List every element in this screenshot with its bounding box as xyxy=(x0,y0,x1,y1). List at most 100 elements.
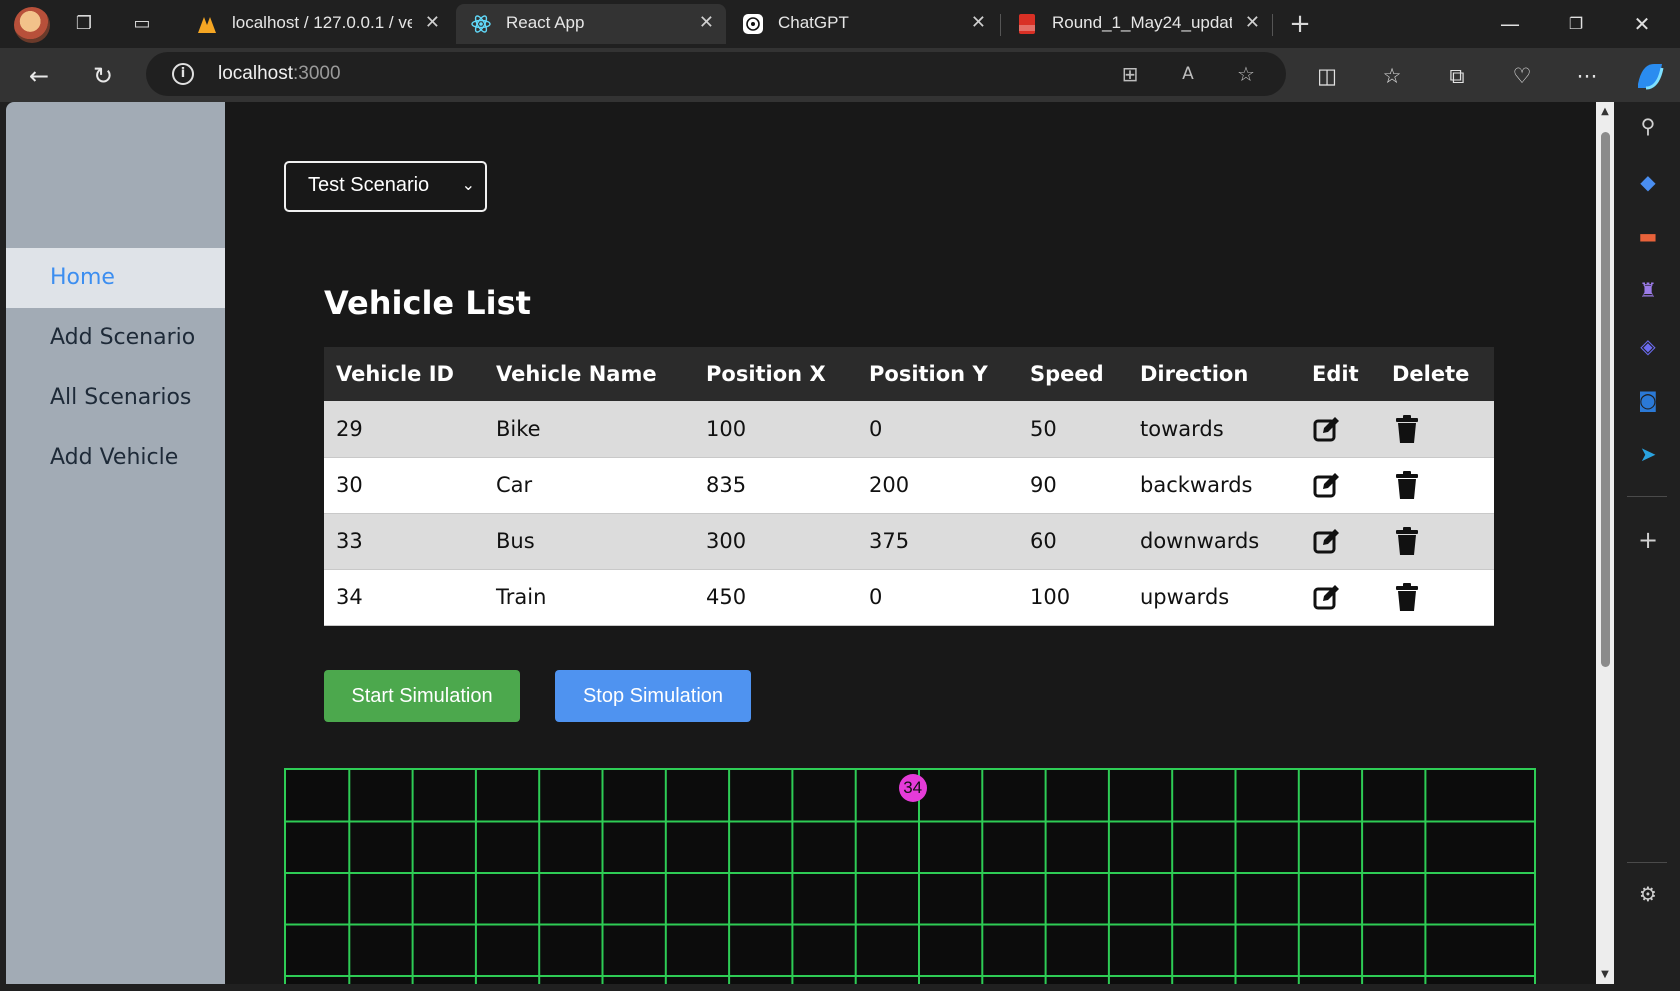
add-sidebar-item-icon[interactable]: + xyxy=(1634,526,1662,554)
table-row: 33 Bus 300 375 60 downwards xyxy=(324,513,1494,570)
column-header: Position Y xyxy=(857,347,1018,401)
more-menu-icon[interactable]: ⋯ xyxy=(1572,61,1602,91)
cell-speed: 50 xyxy=(1018,401,1128,458)
simulation-grid-lines xyxy=(286,770,1534,984)
tab-close-icon[interactable]: ✕ xyxy=(1245,12,1260,33)
reload-icon[interactable]: ↻ xyxy=(86,59,120,93)
column-header: Vehicle ID xyxy=(324,347,484,401)
page-scrollbar[interactable]: ▲ ▼ xyxy=(1596,102,1614,984)
tab-close-icon[interactable]: ✕ xyxy=(425,12,440,33)
edit-icon[interactable] xyxy=(1312,414,1342,444)
pdf-icon xyxy=(1019,14,1035,34)
sidebar-separator xyxy=(1627,862,1667,863)
favorites-icon[interactable]: ☆ xyxy=(1377,61,1407,91)
trash-icon[interactable] xyxy=(1392,470,1422,500)
start-simulation-button[interactable]: Start Simulation xyxy=(324,670,520,722)
scenario-select-value: Test Scenario xyxy=(308,174,430,196)
tab-label: React App xyxy=(506,13,585,32)
cell-name: Bus xyxy=(484,513,694,570)
trash-icon[interactable] xyxy=(1392,526,1422,556)
sidebar-item-all-scenarios[interactable]: All Scenarios xyxy=(6,368,225,428)
tools-briefcase-icon[interactable]: ▬ xyxy=(1634,222,1662,250)
edit-icon[interactable] xyxy=(1312,470,1342,500)
trash-icon[interactable] xyxy=(1392,414,1422,444)
cell-edit xyxy=(1300,569,1380,626)
cell-id: 29 xyxy=(324,401,484,458)
scenario-select[interactable]: Test Scenario ⌄ xyxy=(284,161,487,212)
edit-icon[interactable] xyxy=(1312,582,1342,612)
copilot-sidebar-icon[interactable]: ◈ xyxy=(1634,332,1662,360)
cell-x: 450 xyxy=(694,569,857,626)
tab-actions-icon[interactable]: ▭ xyxy=(128,10,156,38)
cell-delete xyxy=(1380,513,1494,570)
window-close-icon[interactable]: ✕ xyxy=(1622,8,1662,40)
site-info-icon[interactable]: i xyxy=(172,63,194,85)
page-viewport: Home Add Scenario All Scenarios Add Vehi… xyxy=(6,102,1614,984)
profile-avatar[interactable] xyxy=(14,7,50,43)
cell-id: 30 xyxy=(324,457,484,514)
read-aloud-icon[interactable]: A xyxy=(1176,62,1200,86)
search-icon[interactable]: ⚲ xyxy=(1634,112,1662,140)
new-tab-icon[interactable]: + xyxy=(1286,10,1314,38)
browser-essentials-icon[interactable]: ♡ xyxy=(1507,61,1537,91)
outlook-icon[interactable]: ◙ xyxy=(1634,386,1662,414)
tab-phpmyadmin[interactable]: localhost / 127.0.0.1 / veh ✕ xyxy=(182,4,452,44)
gear-icon[interactable]: ⚙ xyxy=(1634,880,1662,908)
workspaces-icon[interactable]: ❐ xyxy=(70,10,98,38)
address-bar[interactable]: i localhost:3000 ⊞ A ☆ xyxy=(146,52,1286,96)
column-header: Position X xyxy=(694,347,857,401)
cell-name: Train xyxy=(484,569,694,626)
tab-label: ChatGPT xyxy=(778,13,849,32)
app-available-icon[interactable]: ⊞ xyxy=(1118,62,1142,86)
cell-direction: downwards xyxy=(1128,513,1300,570)
cell-id: 33 xyxy=(324,513,484,570)
edit-icon[interactable] xyxy=(1312,526,1342,556)
tab-react-app[interactable]: React App ✕ xyxy=(456,4,726,44)
url-host: localhost xyxy=(218,63,293,84)
column-header: Direction xyxy=(1128,347,1300,401)
tab-label: Round_1_May24_updated xyxy=(1052,13,1232,32)
shopping-tag-icon[interactable]: ◆ xyxy=(1634,168,1662,196)
restore-icon[interactable]: ❐ xyxy=(1556,8,1596,40)
scroll-up-icon[interactable]: ▲ xyxy=(1599,106,1611,117)
tab-chatgpt[interactable]: ChatGPT ✕ xyxy=(728,4,998,44)
stop-simulation-button[interactable]: Stop Simulation xyxy=(555,670,751,722)
sidebar-item-home[interactable]: Home xyxy=(6,248,225,308)
favorite-star-icon[interactable]: ☆ xyxy=(1234,62,1258,86)
split-screen-icon[interactable]: ◫ xyxy=(1312,61,1342,91)
cell-speed: 60 xyxy=(1018,513,1128,570)
games-icon[interactable]: ♜ xyxy=(1634,276,1662,304)
main-content: Test Scenario ⌄ Vehicle List Vehicle ID … xyxy=(225,102,1595,984)
url-port: :3000 xyxy=(293,63,341,84)
back-icon[interactable]: ← xyxy=(22,59,56,93)
chevron-down-icon: ⌄ xyxy=(461,177,475,194)
sidebar-item-add-vehicle[interactable]: Add Vehicle xyxy=(6,428,225,488)
cell-id: 34 xyxy=(324,569,484,626)
tab-separator xyxy=(1000,14,1001,36)
column-header: Vehicle Name xyxy=(484,347,694,401)
cell-delete xyxy=(1380,569,1494,626)
sidebar-item-add-scenario[interactable]: Add Scenario xyxy=(6,308,225,368)
vehicle-marker: 34 xyxy=(898,774,927,803)
minimize-icon[interactable]: — xyxy=(1490,8,1530,40)
cell-name: Bike xyxy=(484,401,694,458)
tab-label: localhost / 127.0.0.1 / veh xyxy=(232,13,412,32)
cell-delete xyxy=(1380,457,1494,514)
copilot-icon[interactable] xyxy=(1632,58,1668,94)
scrollbar-thumb[interactable] xyxy=(1601,132,1610,667)
send-icon[interactable]: ➤ xyxy=(1634,440,1662,468)
cell-y: 200 xyxy=(857,457,1018,514)
cell-direction: upwards xyxy=(1128,569,1300,626)
tab-pdf[interactable]: Round_1_May24_updated ✕ xyxy=(1002,4,1272,44)
react-icon xyxy=(471,15,491,33)
cell-name: Car xyxy=(484,457,694,514)
tab-close-icon[interactable]: ✕ xyxy=(971,12,986,33)
scroll-down-icon[interactable]: ▼ xyxy=(1599,969,1611,980)
edge-sidebar: ⚲ ◆ ▬ ♜ ◈ ◙ ➤ + ⚙ xyxy=(1615,102,1680,991)
trash-icon[interactable] xyxy=(1392,582,1422,612)
address-url[interactable]: localhost:3000 xyxy=(218,63,341,85)
collections-icon[interactable]: ⧉ xyxy=(1442,61,1472,91)
tab-close-icon[interactable]: ✕ xyxy=(699,12,714,33)
cell-speed: 100 xyxy=(1018,569,1128,626)
cell-y: 375 xyxy=(857,513,1018,570)
